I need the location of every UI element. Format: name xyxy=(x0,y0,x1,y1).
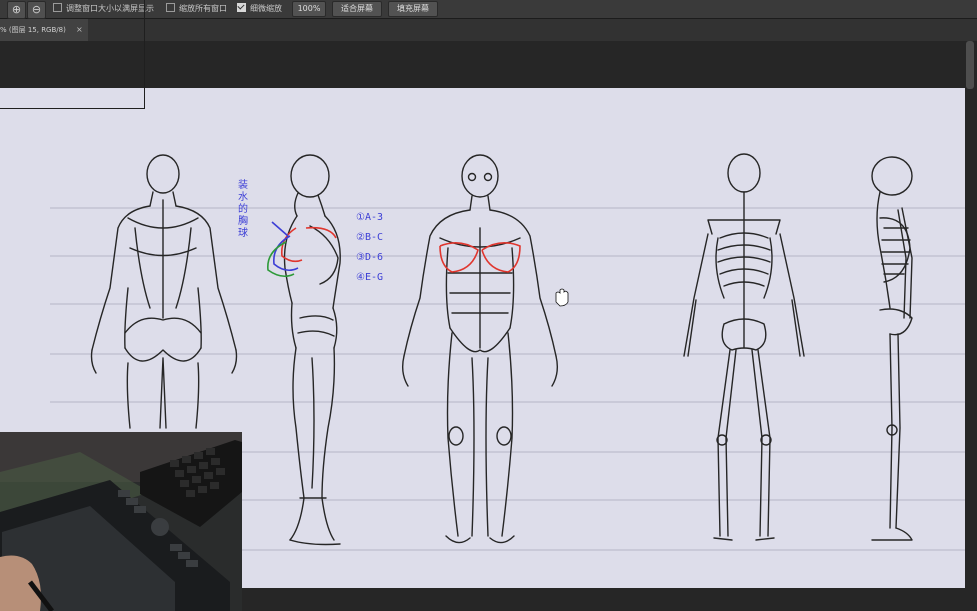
note-char: 的 xyxy=(238,204,248,215)
note-char: 水 xyxy=(238,192,248,203)
scrubby-zoom-label: 细微缩放 xyxy=(250,4,282,13)
zoom-all-windows-option[interactable]: 缩放所有窗口 xyxy=(166,2,227,16)
options-bar: ⊕ ⊖ 调整窗口大小以满屏显示 缩放所有窗口 细微缩放 100% 适合屏幕 填充… xyxy=(0,0,977,19)
zoom-all-windows-label: 缩放所有窗口 xyxy=(179,4,227,13)
figure-front-skeleton xyxy=(683,153,805,541)
document-tab-bar: % (图层 15, RGB/8) × xyxy=(0,19,977,41)
chest-color-marks xyxy=(267,221,521,278)
vertical-scrollbar[interactable] xyxy=(966,41,974,89)
hand-cursor xyxy=(555,288,569,307)
zoom-all-windows-checkbox[interactable] xyxy=(166,3,175,12)
note-char: 球 xyxy=(238,228,248,239)
vertical-handwritten-note: 装 水 的 胸 球 xyxy=(238,180,252,240)
cup-size-note: ③D-6 xyxy=(356,252,384,263)
note-char: 胸 xyxy=(238,216,248,227)
scrubby-zoom-checkbox[interactable] xyxy=(237,3,246,12)
scrubby-zoom-option[interactable]: 细微缩放 xyxy=(237,2,282,16)
cup-size-notes: ①A-3 ②B-C ③D-6 ④E-G xyxy=(356,208,383,288)
fill-screen-button[interactable]: 填充屏幕 xyxy=(388,1,438,17)
webcam-inset xyxy=(0,432,242,611)
cup-size-note: ②B-C xyxy=(356,232,384,243)
tablet-photo xyxy=(0,432,242,611)
figure-side-skeleton xyxy=(871,156,913,541)
figure-front-muscles xyxy=(401,154,559,544)
fit-screen-button[interactable]: 适合屏幕 xyxy=(332,1,382,17)
cup-size-note: ④E-G xyxy=(356,272,384,283)
figure-back-muscles xyxy=(90,154,238,429)
cup-size-note: ①A-3 xyxy=(356,212,384,223)
note-char: 装 xyxy=(238,180,248,191)
zoom-100-button[interactable]: 100% xyxy=(292,1,326,17)
figure-side-muscles xyxy=(283,154,341,546)
navigator-frame xyxy=(0,0,145,109)
